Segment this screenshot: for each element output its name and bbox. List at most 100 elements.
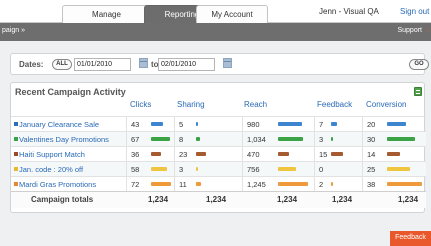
cell-conversion: 30 [362,132,426,147]
value-bar [387,182,422,186]
cell-value: 470 [247,150,260,159]
cell-reach: 1,034 [242,132,314,147]
sign-out-link[interactable]: Sign out [400,7,429,16]
value-bar [196,122,198,126]
campaign-name-link[interactable]: Valentines Day Promotions [19,135,109,144]
column-header-clicks[interactable]: Clicks [130,100,151,109]
cell-reach: 980 [242,117,314,132]
cell-value: 43 [131,120,140,129]
campaign-name-link[interactable]: Jan. code : 20% off [19,165,83,174]
calendar-icon[interactable] [223,58,232,68]
cell-feedback: 7 [314,117,362,132]
cell-sharing: 23 [174,147,242,162]
campaign-name-link[interactable]: Mardi Gras Promotions [19,180,96,189]
column-header-conversion[interactable]: Conversion [366,100,406,109]
cell-value: 23 [179,150,188,159]
value-bar [151,122,163,126]
value-bar [331,182,333,186]
cell-value: 2 [319,180,324,189]
value-bar [196,152,206,156]
breadcrumb-bar: paign » Support › [0,23,431,41]
cell-clicks: 43 [126,117,174,132]
cell-conversion: 38 [362,177,426,192]
date-range-panel: Dates: ALL 01/01/2010 to: 02/01/2010 GO [10,53,429,75]
cell-reach: 1,245 [242,177,314,192]
table-row: January Clearance Sale 43 5 980 7 20 [11,116,426,132]
calendar-icon[interactable] [139,58,148,68]
cell-clicks: 58 [126,162,174,177]
column-header-reach[interactable]: Reach [244,100,267,109]
value-bar [151,167,167,171]
totals-row: Campaign totals 1,234 1,234 1,234 1,234 … [11,191,426,208]
tab-manage[interactable]: Manage [62,5,151,23]
value-bar [151,182,171,186]
spreadsheet-icon[interactable] [414,87,422,96]
support-link[interactable]: Support [397,27,422,34]
value-bar [278,152,289,156]
cell-value: 36 [131,150,140,159]
cell-value: 72 [131,180,140,189]
feedback-tab[interactable]: Feedback [390,231,431,246]
to-date-input[interactable]: 02/01/2010 [158,58,215,71]
column-header-sharing[interactable]: Sharing [177,100,205,109]
cell-value: 25 [367,165,376,174]
cell-value: 5 [179,120,184,129]
value-bar [331,122,337,126]
cell-conversion: 20 [362,117,426,132]
cell-feedback: 15 [314,147,362,162]
from-date-input[interactable]: 01/01/2010 [74,58,131,71]
cell-clicks: 72 [126,177,174,192]
totals-label: Campaign totals [31,195,94,204]
cell-conversion: 14 [362,147,426,162]
breadcrumb[interactable]: paign » [2,27,25,34]
value-bar [387,167,410,171]
table-row: Mardi Gras Promotions 72 11 1,245 2 38 [11,176,426,192]
total-clicks: 1,234 [148,195,169,204]
value-bar [151,152,161,156]
campaign-name-link[interactable]: January Clearance Sale [19,120,99,129]
campaign-color-swatch [14,182,18,186]
cell-value: 3 [319,135,324,144]
value-bar [387,122,406,126]
campaign-name-link[interactable]: Haiti Support Match [19,150,85,159]
table-row: Haiti Support Match 36 23 470 15 14 [11,146,426,162]
value-bar [196,137,200,141]
cell-clicks: 36 [126,147,174,162]
table-row: Jan. code : 20% off 58 3 756 0 25 [11,161,426,177]
cell-value: 20 [367,120,376,129]
user-name: Jenn - Visual QA [319,7,379,16]
panel-title: Recent Campaign Activity [15,87,126,97]
cell-value: 756 [247,165,260,174]
cell-value: 1,245 [247,180,266,189]
cell-value: 980 [247,120,260,129]
campaign-activity-panel: Recent Campaign Activity Clicks Sharing … [10,82,426,213]
column-header-feedback[interactable]: Feedback [317,100,352,109]
total-feedback: 1,234 [332,195,353,204]
cell-sharing: 3 [174,162,242,177]
value-bar [387,152,400,156]
cell-value: 7 [319,120,324,129]
value-bar [196,182,201,186]
cell-sharing: 5 [174,117,242,132]
cell-value: 30 [367,135,376,144]
cell-sharing: 11 [174,177,242,192]
total-sharing: 1,234 [206,195,227,204]
cell-value: 38 [367,180,376,189]
campaign-color-swatch [14,137,18,141]
tab-my-account[interactable]: My Account [196,5,268,23]
total-conversion: 1,234 [398,195,419,204]
cell-value: 11 [179,180,187,189]
cell-value: 14 [367,150,376,159]
cell-value: 3 [179,165,184,174]
cell-value: 1,034 [247,135,266,144]
value-bar [387,137,415,141]
cell-conversion: 25 [362,162,426,177]
table-row: Valentines Day Promotions 67 8 1,034 3 30 [11,131,426,147]
all-dates-button[interactable]: ALL [52,59,72,70]
cell-reach: 470 [242,147,314,162]
cell-feedback: 0 [314,162,362,177]
chevron-right-icon: › [426,27,429,34]
go-button[interactable]: GO [409,59,429,70]
campaign-color-swatch [14,122,18,126]
cell-value: 15 [319,150,328,159]
